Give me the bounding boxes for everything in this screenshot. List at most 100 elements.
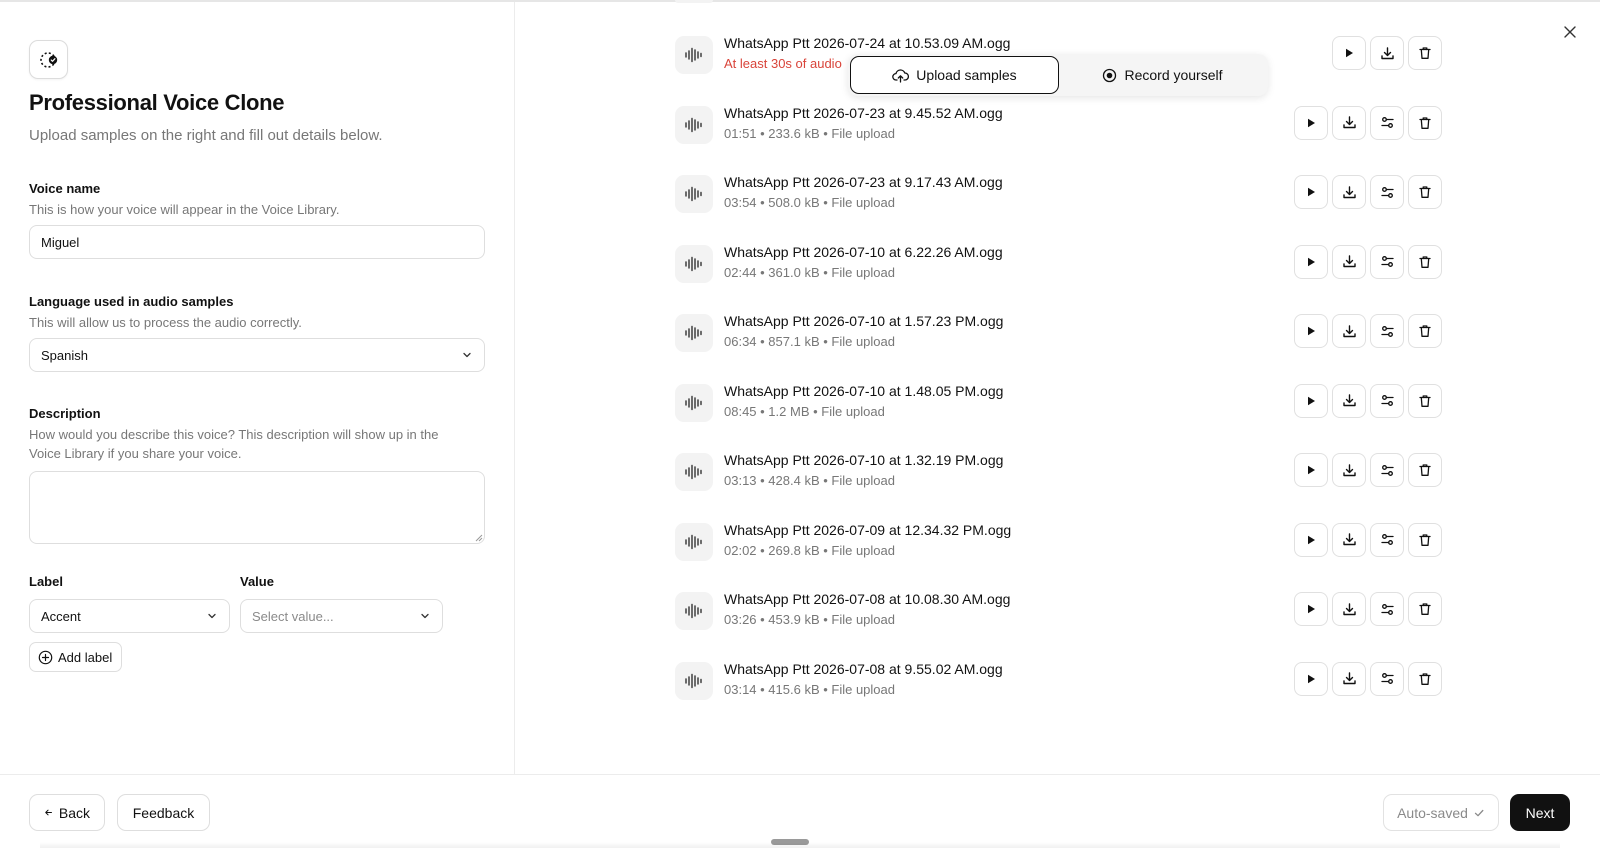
feedback-button[interactable]: Feedback (117, 794, 210, 831)
trash-icon (1418, 394, 1432, 408)
download-button[interactable] (1332, 383, 1366, 418)
adjust-icon (1380, 115, 1395, 130)
delete-button[interactable] (1408, 105, 1442, 140)
label-select[interactable]: Accent (29, 599, 230, 633)
play-button[interactable] (1294, 314, 1328, 348)
adjust-button[interactable] (1370, 661, 1404, 696)
label-column-header: Label (29, 574, 63, 589)
file-row: WhatsApp Ptt 2026-07-10 at 1.32.19 PM.og… (675, 448, 1445, 498)
adjust-button[interactable] (1370, 105, 1404, 140)
chevron-down-icon (421, 613, 429, 619)
details-panel: Professional Voice Clone Upload samples … (0, 2, 515, 774)
file-row: WhatsApp Ptt 2026-07-09 at 12.34.32 PM.o… (675, 518, 1445, 568)
play-icon (1305, 395, 1317, 407)
value-placeholder: Select value... (252, 608, 334, 624)
play-icon (1305, 117, 1317, 129)
play-icon (1305, 464, 1317, 476)
download-button[interactable] (1332, 105, 1366, 140)
adjust-button[interactable] (1370, 175, 1404, 209)
add-label-button[interactable]: Add label (29, 642, 123, 672)
delete-button[interactable] (1408, 383, 1442, 418)
waveform-icon (675, 522, 713, 561)
waveform-icon (675, 175, 713, 213)
voice-name-input[interactable] (29, 225, 485, 259)
adjust-button[interactable] (1370, 453, 1404, 487)
waveform-icon (675, 314, 713, 352)
delete-button[interactable] (1408, 175, 1442, 209)
next-label: Next (1525, 804, 1555, 821)
play-button[interactable] (1294, 244, 1328, 279)
resize-grip-icon[interactable] (475, 534, 483, 542)
play-button[interactable] (1294, 453, 1328, 487)
file-name: WhatsApp Ptt 2026-07-10 at 1.48.05 PM.og… (724, 382, 1004, 399)
adjust-button[interactable] (1370, 592, 1404, 626)
description-help-line1: How would you describe this voice? This … (29, 427, 439, 442)
value-select[interactable]: Select value... (240, 599, 443, 633)
download-button[interactable] (1370, 36, 1404, 70)
play-button[interactable] (1294, 383, 1328, 418)
chevron-down-icon (208, 613, 216, 619)
description-textarea[interactable] (29, 471, 485, 544)
autosaved-label: Auto-saved (1397, 804, 1468, 821)
adjust-button[interactable] (1370, 314, 1404, 348)
download-button[interactable] (1332, 522, 1366, 557)
play-button[interactable] (1294, 592, 1328, 626)
download-icon (1342, 671, 1357, 686)
file-meta: 02:02 • 269.8 kB • File upload (724, 542, 895, 558)
play-button[interactable] (1294, 105, 1328, 140)
adjust-button[interactable] (1370, 383, 1404, 418)
file-name: WhatsApp Ptt 2026-07-10 at 1.32.19 PM.og… (724, 452, 1004, 468)
download-button[interactable] (1332, 314, 1366, 348)
file-row: WhatsApp Ptt 2026-07-08 at 10.08.30 AM.o… (675, 587, 1445, 637)
waveform-icon (675, 105, 713, 144)
arrow-left-icon (45, 809, 52, 816)
play-button[interactable] (1294, 522, 1328, 557)
adjust-icon (1380, 324, 1395, 339)
description-help-line2: Voice Library if you share your voice. (29, 446, 242, 461)
back-button[interactable]: Back (29, 794, 105, 831)
language-help: This will allow us to process the audio … (29, 315, 302, 330)
autosaved-indicator: Auto-saved (1383, 794, 1499, 831)
voice-name-help: This is how your voice will appear in th… (29, 202, 340, 217)
waveform-icon (675, 592, 713, 630)
download-icon (1342, 602, 1357, 617)
adjust-button[interactable] (1370, 522, 1404, 557)
next-button[interactable]: Next (1510, 794, 1570, 831)
language-select[interactable]: Spanish (29, 338, 485, 372)
add-label-text: Add label (58, 649, 113, 665)
delete-button[interactable] (1408, 661, 1442, 696)
file-name: WhatsApp Ptt 2026-07-08 at 10.08.30 AM.o… (724, 591, 1011, 607)
download-button[interactable] (1332, 661, 1366, 696)
download-button[interactable] (1332, 175, 1366, 209)
delete-button[interactable] (1408, 453, 1442, 487)
download-button[interactable] (1332, 453, 1366, 487)
download-icon (1342, 185, 1357, 200)
plus-circle-icon (38, 650, 53, 664)
upload-samples-tab[interactable]: Upload samples (850, 56, 1059, 94)
record-yourself-tab[interactable]: Record yourself (1059, 56, 1266, 94)
adjust-icon (1380, 532, 1395, 547)
trash-icon (1418, 255, 1432, 269)
play-icon (1343, 47, 1355, 59)
play-icon (1305, 325, 1317, 337)
download-button[interactable] (1332, 592, 1366, 626)
file-row: WhatsApp Ptt 2026-07-08 at 9.55.02 AM.og… (675, 657, 1445, 707)
delete-button[interactable] (1408, 592, 1442, 626)
bottom-shadow (40, 842, 1560, 848)
delete-button[interactable] (1408, 244, 1442, 279)
language-selected-value: Spanish (41, 347, 88, 363)
download-button[interactable] (1332, 244, 1366, 279)
adjust-icon (1380, 185, 1395, 200)
close-button[interactable] (1556, 18, 1584, 46)
play-button[interactable] (1294, 661, 1328, 696)
adjust-button[interactable] (1370, 244, 1404, 279)
play-button[interactable] (1332, 36, 1366, 70)
delete-button[interactable] (1408, 314, 1442, 348)
waveform-icon (675, 244, 713, 283)
delete-button[interactable] (1408, 36, 1442, 70)
delete-button[interactable] (1408, 522, 1442, 557)
play-button[interactable] (1294, 175, 1328, 209)
trash-icon (1418, 602, 1432, 616)
sample-source-toggle: Upload samples Record yourself (848, 54, 1268, 96)
file-meta: 06:34 • 857.1 kB • File upload (724, 334, 895, 349)
